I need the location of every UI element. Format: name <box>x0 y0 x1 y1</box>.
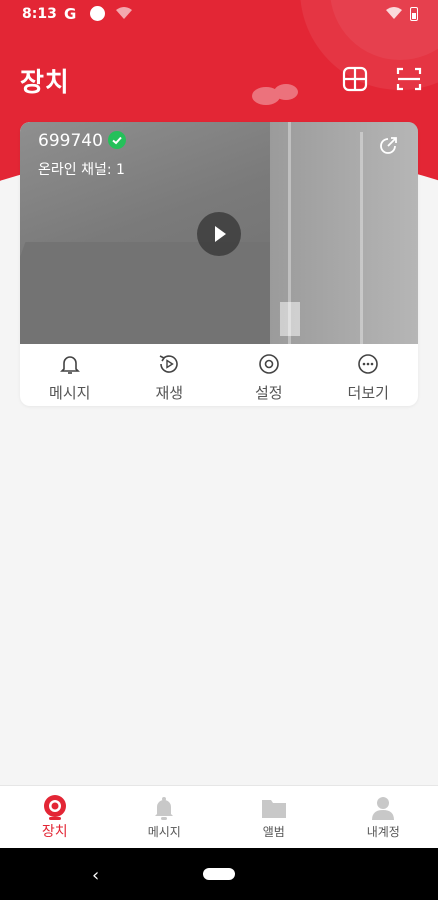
action-more-label: 더보기 <box>347 384 389 402</box>
play-button[interactable] <box>197 212 241 256</box>
action-playback[interactable]: 재생 <box>120 344 220 406</box>
nav-item-devices[interactable]: 장치 <box>0 786 110 848</box>
home-pill-icon[interactable] <box>203 868 235 880</box>
back-icon[interactable]: ‹ <box>92 865 99 886</box>
status-bar: 8:13 G <box>0 0 438 30</box>
more-icon <box>358 354 379 374</box>
grid-view-icon[interactable] <box>340 64 370 94</box>
action-settings-label: 설정 <box>254 384 283 402</box>
app-notification-icon <box>90 6 105 21</box>
status-time: 8:13 <box>22 6 57 22</box>
system-nav-bar: ‹ <box>0 848 438 900</box>
action-playback-label: 재생 <box>155 384 184 402</box>
scan-icon[interactable] <box>394 64 424 94</box>
action-message-label: 메시지 <box>49 384 91 402</box>
nav-label-album: 앨범 <box>262 825 285 839</box>
battery-icon <box>410 7 418 21</box>
device-card: 699740 온라인 채널: 1 메시지 재생 설정 더보기 <box>20 122 418 406</box>
bottom-nav: 장치 메시지 앨범 내계정 <box>0 785 438 848</box>
camera-icon <box>43 795 66 820</box>
user-icon <box>372 797 395 820</box>
settings-icon <box>258 354 279 374</box>
channel-status: 온라인 채널: 1 <box>38 162 125 178</box>
bell-icon <box>155 797 174 820</box>
page-title: 장치 <box>20 68 70 98</box>
replay-icon <box>159 355 179 373</box>
action-more[interactable]: 더보기 <box>319 344 419 406</box>
action-settings[interactable]: 설정 <box>219 344 319 406</box>
nav-item-messages[interactable]: 메시지 <box>110 786 220 848</box>
share-icon[interactable] <box>378 134 400 156</box>
google-icon: G <box>64 5 77 23</box>
decor-icon <box>252 84 298 105</box>
device-name: 699740 <box>38 131 103 151</box>
wifi-icon <box>386 7 402 19</box>
folder-icon <box>261 800 286 818</box>
bell-icon <box>59 356 80 374</box>
wifi-icon <box>116 7 132 19</box>
action-message[interactable]: 메시지 <box>20 344 120 406</box>
nav-item-account[interactable]: 내계정 <box>329 786 438 848</box>
online-check-icon <box>108 131 126 149</box>
nav-label-messages: 메시지 <box>147 825 181 839</box>
nav-label-devices: 장치 <box>41 824 68 840</box>
camera-preview[interactable]: 699740 온라인 채널: 1 <box>20 122 418 344</box>
nav-item-album[interactable]: 앨범 <box>219 786 329 848</box>
nav-label-account: 내계정 <box>366 825 400 839</box>
device-actions: 메시지 재생 설정 더보기 <box>20 344 418 406</box>
